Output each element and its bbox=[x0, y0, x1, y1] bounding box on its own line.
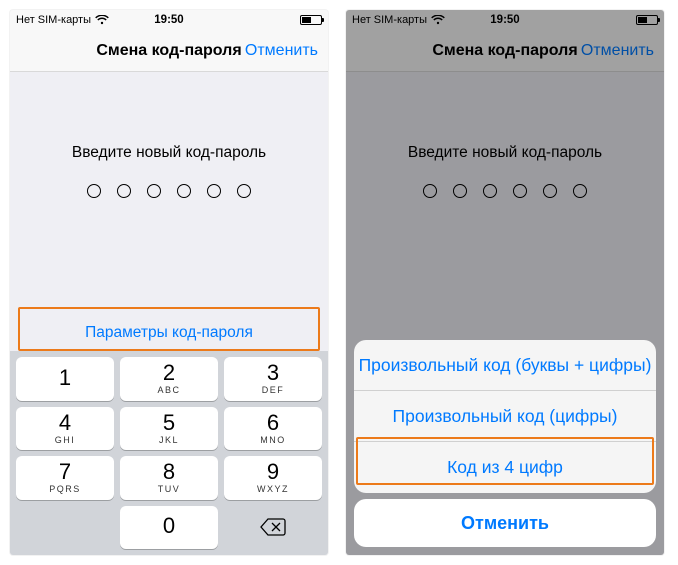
prompt-label: Введите новый код-пароль bbox=[72, 144, 266, 162]
status-bar: Нет SIM-карты 19:50 bbox=[10, 10, 328, 30]
passcode-dot bbox=[147, 184, 161, 198]
right-screenshot: Нет SIM-карты 19:50 Смена код-пароля Отм… bbox=[346, 10, 664, 555]
option-alphanumeric[interactable]: Произвольный код (буквы + цифры) bbox=[354, 340, 656, 391]
passcode-dot bbox=[513, 184, 527, 198]
passcode-dot bbox=[207, 184, 221, 198]
key-2[interactable]: 2ABC bbox=[120, 357, 218, 401]
cancel-button[interactable]: Отменить bbox=[245, 42, 318, 60]
battery-icon bbox=[636, 15, 658, 25]
numeric-keypad: 1 2ABC 3DEF 4GHI 5JKL 6MNO 7PQRS 8TUV 9W… bbox=[10, 351, 328, 555]
battery-icon bbox=[300, 15, 322, 25]
nav-bar: Смена код-пароля Отменить bbox=[10, 30, 328, 72]
passcode-dot bbox=[117, 184, 131, 198]
passcode-dot bbox=[573, 184, 587, 198]
key-empty bbox=[16, 506, 114, 550]
passcode-dot bbox=[423, 184, 437, 198]
passcode-dot bbox=[237, 184, 251, 198]
option-numeric-custom[interactable]: Произвольный код (цифры) bbox=[354, 391, 656, 442]
key-delete[interactable] bbox=[224, 506, 322, 550]
passcode-dot bbox=[453, 184, 467, 198]
backspace-icon bbox=[260, 518, 286, 536]
key-8[interactable]: 8TUV bbox=[120, 456, 218, 500]
passcode-dots bbox=[87, 184, 251, 198]
passcode-dots bbox=[423, 184, 587, 198]
status-bar: Нет SIM-карты 19:50 bbox=[346, 10, 664, 30]
passcode-dot bbox=[177, 184, 191, 198]
sheet-cancel-button[interactable]: Отменить bbox=[354, 499, 656, 547]
page-title: Смена код-пароля bbox=[432, 42, 577, 60]
page-title: Смена код-пароля bbox=[96, 42, 241, 60]
key-3[interactable]: 3DEF bbox=[224, 357, 322, 401]
key-6[interactable]: 6MNO bbox=[224, 407, 322, 451]
key-0[interactable]: 0 bbox=[120, 506, 218, 550]
key-7[interactable]: 7PQRS bbox=[16, 456, 114, 500]
action-sheet: Произвольный код (буквы + цифры) Произво… bbox=[354, 340, 656, 493]
passcode-options-link[interactable]: Параметры код-пароля bbox=[10, 324, 328, 342]
key-9[interactable]: 9WXYZ bbox=[224, 456, 322, 500]
nav-bar: Смена код-пароля Отменить bbox=[346, 30, 664, 72]
cancel-button[interactable]: Отменить bbox=[581, 42, 654, 60]
left-screenshot: Нет SIM-карты 19:50 Смена код-пароля Отм… bbox=[10, 10, 328, 555]
key-1[interactable]: 1 bbox=[16, 357, 114, 401]
passcode-dot bbox=[543, 184, 557, 198]
clock-label: 19:50 bbox=[346, 14, 664, 26]
passcode-dot bbox=[483, 184, 497, 198]
prompt-label: Введите новый код-пароль bbox=[408, 144, 602, 162]
clock-label: 19:50 bbox=[10, 14, 328, 26]
key-4[interactable]: 4GHI bbox=[16, 407, 114, 451]
option-4digit[interactable]: Код из 4 цифр bbox=[354, 442, 656, 493]
passcode-dot bbox=[87, 184, 101, 198]
key-5[interactable]: 5JKL bbox=[120, 407, 218, 451]
